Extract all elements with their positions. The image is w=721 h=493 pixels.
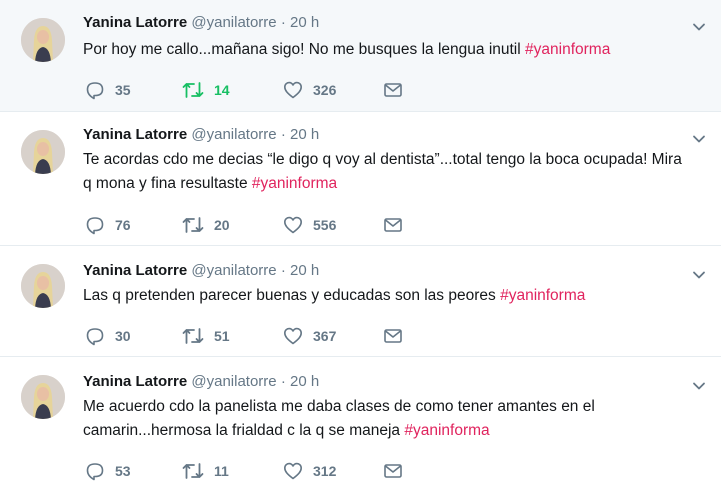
retweet-button[interactable]: 20 — [182, 214, 230, 236]
tweet-text: Las q pretenden parecer buenas y educada… — [83, 284, 683, 308]
timestamp[interactable]: 20 h — [290, 14, 319, 31]
reply-count: 35 — [115, 82, 131, 98]
reply-icon — [86, 217, 104, 235]
reply-button[interactable]: 35 — [85, 79, 131, 101]
tweet-text: Por hoy me callo...mañana sigo! No me bu… — [83, 38, 683, 62]
display-name[interactable]: Yanina Latorre — [83, 126, 187, 143]
user-handle[interactable]: @yanilatorre — [191, 14, 276, 31]
user-handle[interactable]: @yanilatorre — [191, 262, 276, 279]
reply-button[interactable]: 53 — [85, 460, 131, 482]
timestamp[interactable]: 20 h — [290, 262, 319, 279]
like-icon — [284, 216, 302, 234]
retweet-count: 11 — [214, 463, 229, 479]
like-button[interactable]: 367 — [283, 325, 336, 347]
direct-message-button[interactable] — [383, 460, 413, 482]
tweet-body: Por hoy me callo...mañana sigo! No me bu… — [83, 41, 521, 58]
tweet[interactable]: Yanina Latorre @yanilatorre · 20 h Te ac… — [0, 112, 721, 246]
tweet-header: Yanina Latorre @yanilatorre · 20 h — [83, 14, 319, 32]
retweet-button[interactable]: 51 — [182, 325, 230, 347]
tweet[interactable]: Yanina Latorre @yanilatorre · 20 h Las q… — [0, 246, 721, 357]
reply-count: 30 — [115, 328, 131, 344]
reply-button[interactable]: 30 — [85, 325, 131, 347]
reply-count: 76 — [115, 217, 131, 233]
retweet-icon — [182, 217, 204, 233]
retweet-count: 14 — [214, 82, 230, 98]
hashtag-link[interactable]: #yaninforma — [525, 41, 610, 58]
tweet-text: Te acordas cdo me decias “le digo q voy … — [83, 148, 683, 196]
tweet-header: Yanina Latorre @yanilatorre · 20 h — [83, 262, 319, 280]
direct-message-button[interactable] — [383, 79, 413, 101]
display-name[interactable]: Yanina Latorre — [83, 373, 187, 390]
retweet-button[interactable]: 11 — [182, 460, 229, 482]
direct-message-icon — [384, 218, 402, 232]
like-count: 326 — [313, 82, 337, 98]
timeline: Yanina Latorre @yanilatorre · 20 h Por h… — [0, 0, 721, 493]
tweet[interactable]: Yanina Latorre @yanilatorre · 20 h Me ac… — [0, 357, 721, 493]
avatar[interactable] — [21, 264, 65, 308]
display-name[interactable]: Yanina Latorre — [83, 262, 187, 279]
reply-icon — [86, 82, 104, 100]
like-button[interactable]: 326 — [283, 79, 336, 101]
like-icon — [284, 462, 302, 480]
separator: · — [280, 126, 286, 143]
chevron-down-icon[interactable] — [691, 267, 707, 283]
retweet-count: 51 — [214, 328, 230, 344]
like-count: 367 — [313, 328, 337, 344]
retweet-icon — [182, 328, 204, 344]
retweet-icon — [182, 82, 204, 98]
tweet-body: Las q pretenden parecer buenas y educada… — [83, 287, 496, 304]
tweet-header: Yanina Latorre @yanilatorre · 20 h — [83, 126, 319, 144]
user-handle[interactable]: @yanilatorre — [191, 373, 276, 390]
chevron-down-icon[interactable] — [691, 131, 707, 147]
like-button[interactable]: 312 — [283, 460, 336, 482]
tweet[interactable]: Yanina Latorre @yanilatorre · 20 h Por h… — [0, 0, 721, 112]
like-icon — [284, 81, 302, 99]
retweet-button[interactable]: 14 — [182, 79, 230, 101]
avatar[interactable] — [21, 375, 65, 419]
reply-button[interactable]: 76 — [85, 214, 131, 236]
direct-message-icon — [384, 83, 402, 97]
separator: · — [280, 373, 286, 390]
user-handle[interactable]: @yanilatorre — [191, 126, 276, 143]
timestamp[interactable]: 20 h — [290, 373, 319, 390]
avatar[interactable] — [21, 130, 65, 174]
direct-message-button[interactable] — [383, 214, 413, 236]
reply-icon — [86, 328, 104, 346]
direct-message-icon — [384, 464, 402, 478]
tweet-header: Yanina Latorre @yanilatorre · 20 h — [83, 373, 319, 391]
chevron-down-icon[interactable] — [691, 19, 707, 35]
separator: · — [280, 262, 286, 279]
display-name[interactable]: Yanina Latorre — [83, 14, 187, 31]
avatar[interactable] — [21, 18, 65, 62]
tweet-text: Me acuerdo cdo la panelista me daba clas… — [83, 395, 683, 443]
tweet-body: Me acuerdo cdo la panelista me daba clas… — [83, 398, 595, 439]
like-icon — [284, 327, 302, 345]
reply-count: 53 — [115, 463, 131, 479]
like-count: 312 — [313, 463, 337, 479]
like-button[interactable]: 556 — [283, 214, 336, 236]
like-count: 556 — [313, 217, 337, 233]
direct-message-icon — [384, 329, 402, 343]
retweet-icon — [182, 463, 204, 479]
hashtag-link[interactable]: #yaninforma — [252, 175, 337, 192]
retweet-count: 20 — [214, 217, 230, 233]
hashtag-link[interactable]: #yaninforma — [404, 422, 489, 439]
direct-message-button[interactable] — [383, 325, 413, 347]
chevron-down-icon[interactable] — [691, 378, 707, 394]
separator: · — [280, 14, 286, 31]
timestamp[interactable]: 20 h — [290, 126, 319, 143]
reply-icon — [86, 463, 104, 481]
tweet-body: Te acordas cdo me decias “le digo q voy … — [83, 151, 682, 192]
hashtag-link[interactable]: #yaninforma — [500, 287, 585, 304]
